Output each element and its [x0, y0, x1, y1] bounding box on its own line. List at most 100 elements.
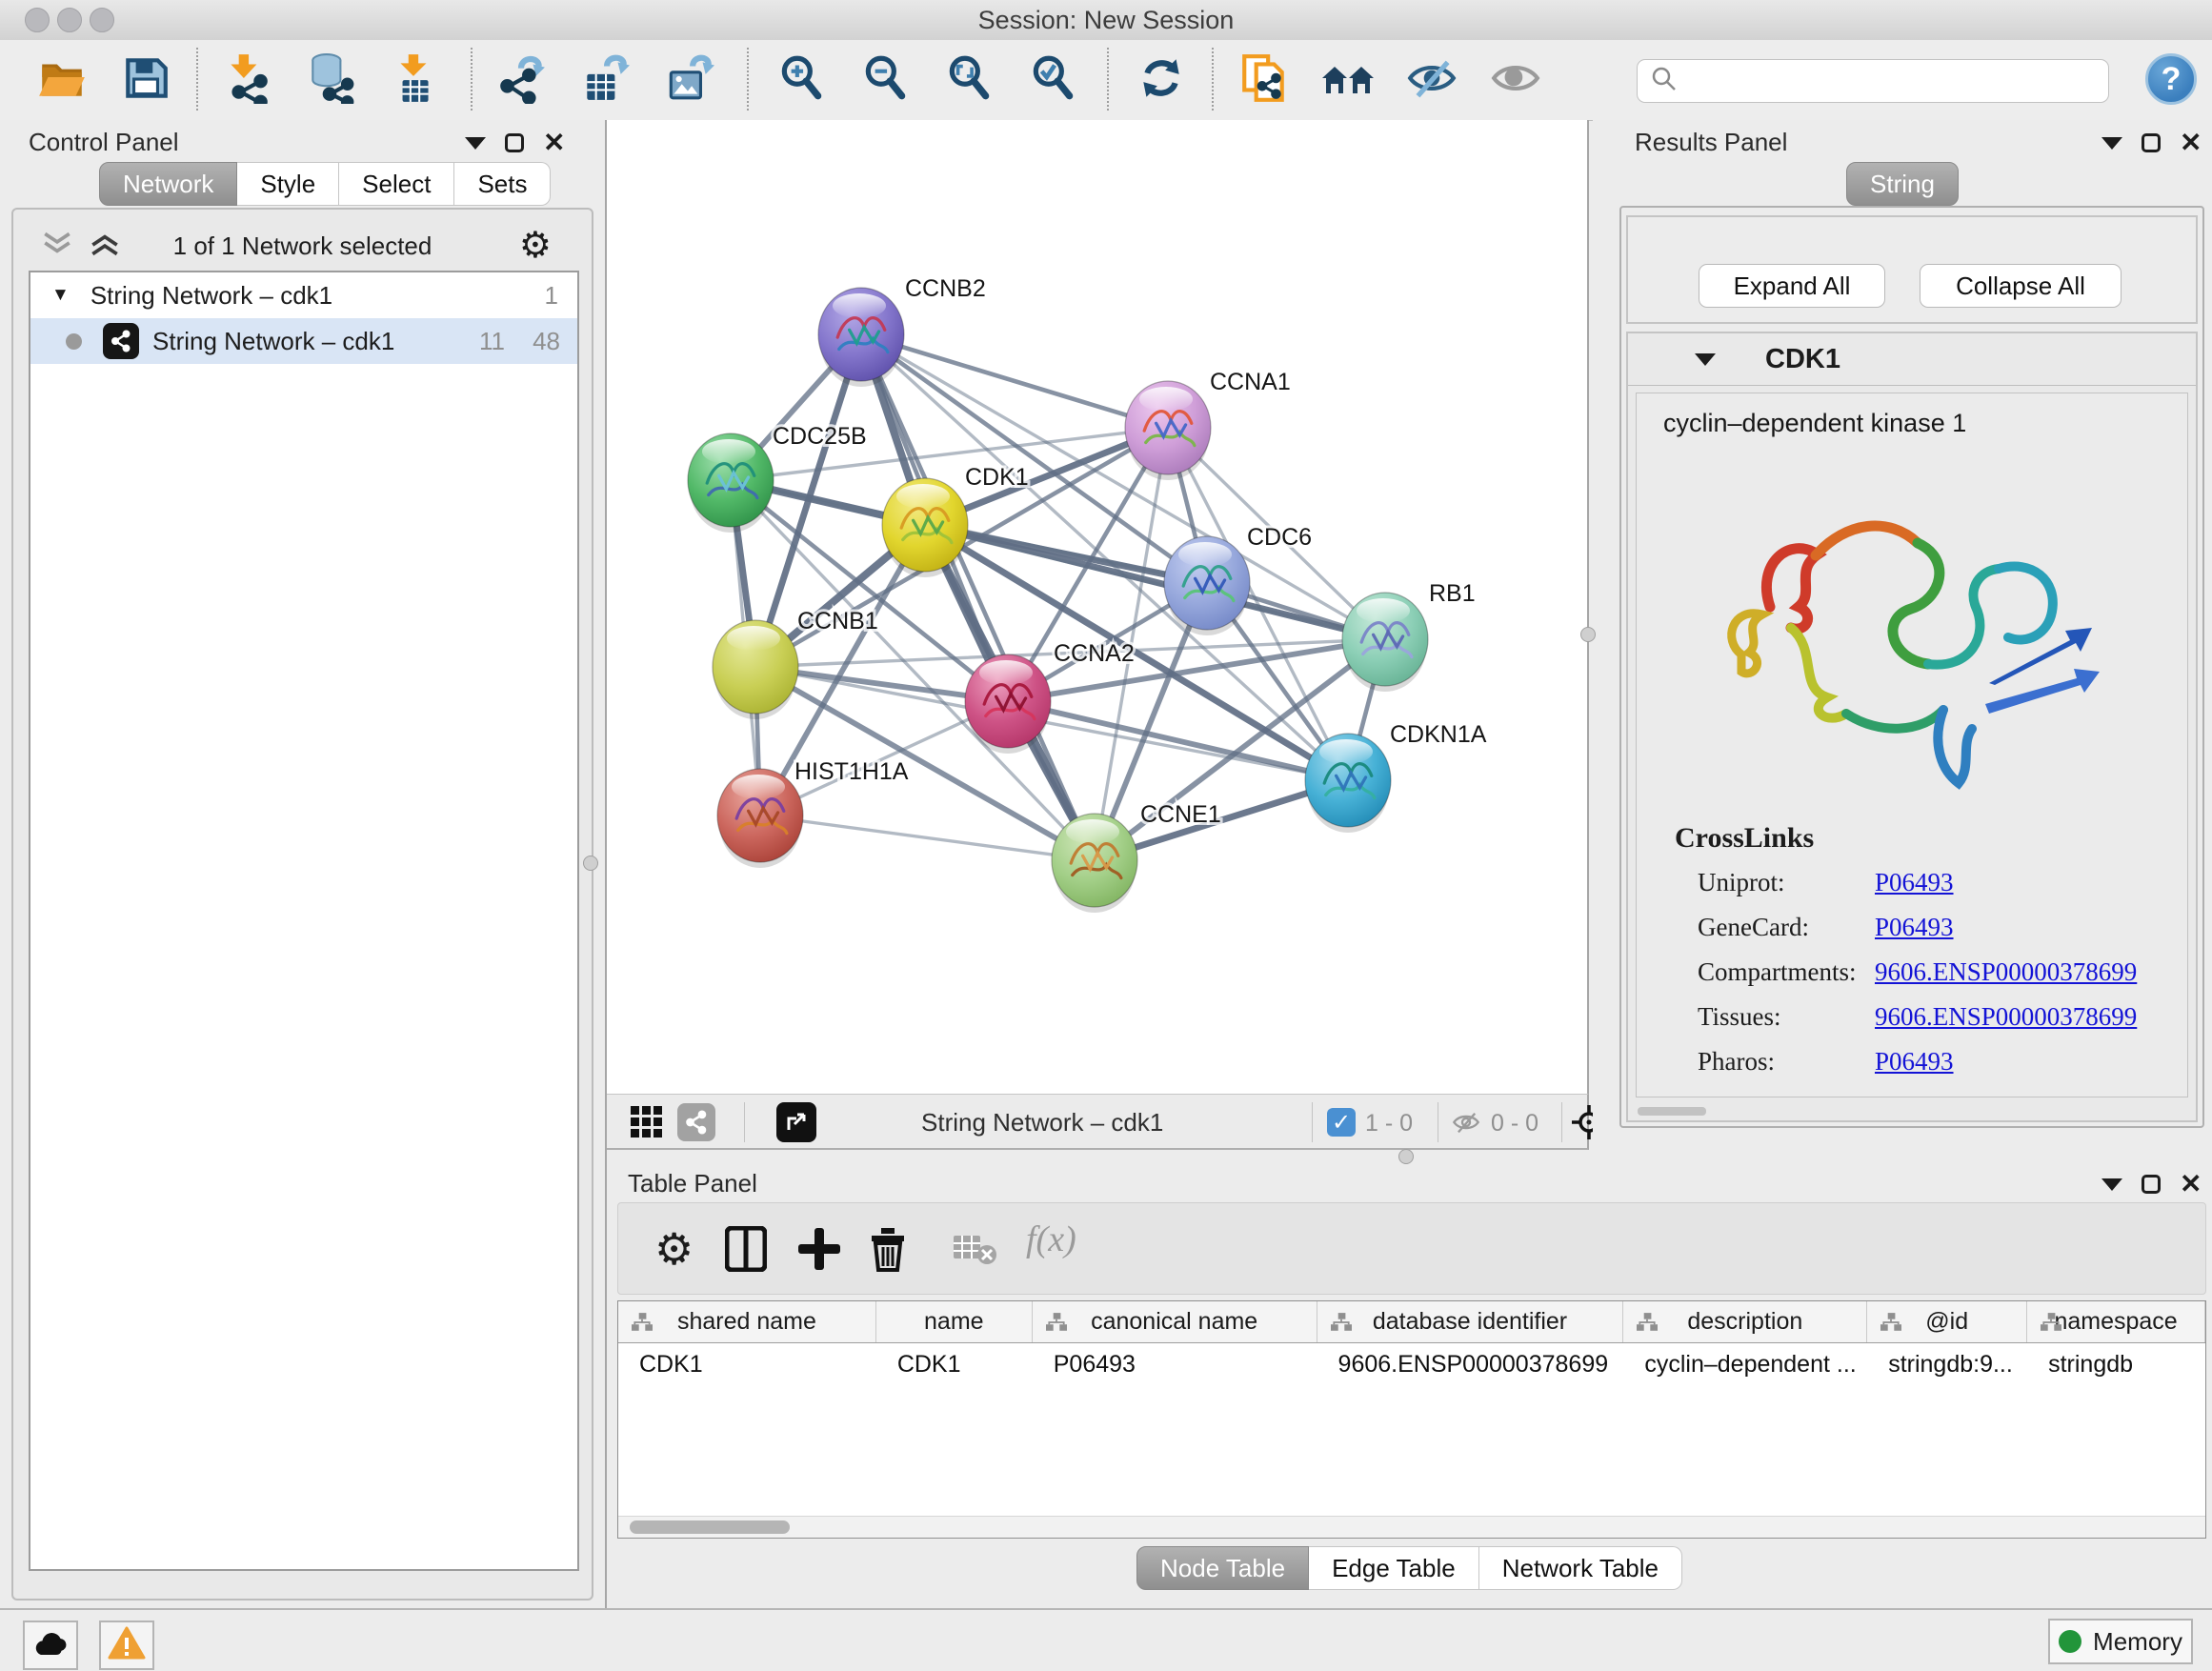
hide-selected-button[interactable] [1404, 52, 1459, 108]
panel-divider-handle[interactable] [1398, 1149, 1414, 1164]
node-CDKN1A[interactable]: CDKN1A [1305, 721, 1487, 833]
table-cell[interactable]: 9606.ENSP00000378699 [1317, 1351, 1624, 1379]
expand-all-button[interactable]: Expand All [1699, 264, 1885, 308]
crosslink-compartments-link[interactable]: 9606.ENSP00000378699 [1875, 957, 2137, 987]
close-panel-icon[interactable]: ✕ [2180, 1175, 2202, 1194]
search-input[interactable] [1687, 67, 2108, 96]
add-column-icon[interactable] [797, 1226, 841, 1277]
new-network-from-selection-button[interactable] [1237, 52, 1292, 108]
save-session-button[interactable] [118, 52, 173, 108]
collapse-all-button[interactable]: Collapse All [1920, 264, 2122, 308]
tab-style[interactable]: Style [237, 162, 339, 206]
first-neighbors-button[interactable] [1320, 52, 1376, 108]
warning-triangle-icon [108, 1626, 146, 1665]
zoom-selected-button[interactable] [1025, 52, 1080, 108]
table-cell[interactable]: CDK1 [876, 1351, 1033, 1379]
node-label-CDC6: CDC6 [1247, 524, 1312, 551]
export-image-button[interactable] [661, 52, 716, 108]
horizontal-scrollbar-thumb[interactable] [1638, 1107, 1706, 1116]
open-session-button[interactable] [34, 52, 90, 108]
tab-edge-table[interactable]: Edge Table [1309, 1546, 1479, 1590]
export-table-button[interactable] [577, 52, 633, 108]
zoom-fit-icon [943, 52, 995, 109]
scrollbar-thumb[interactable] [630, 1520, 790, 1534]
column-header-shared-name[interactable]: shared name [618, 1301, 876, 1342]
zoom-in-button[interactable] [774, 52, 829, 108]
network-view-canvas[interactable]: CCNB2CCNA1CDC25BCDK1CDC6RB1CCNB1CCNA2CDK… [607, 120, 1589, 1094]
warnings-button[interactable] [99, 1621, 154, 1670]
column-header-canonical-name[interactable]: canonical name [1033, 1301, 1317, 1342]
node-HIST1H1A[interactable]: HIST1H1A [717, 758, 909, 868]
table-cell[interactable]: cyclin–dependent ... [1623, 1351, 1867, 1379]
node-RB1[interactable]: RB1 [1342, 580, 1476, 692]
column-header-namespace[interactable]: namespace [2027, 1301, 2205, 1342]
table-header-row: shared namenamecanonical namedatabase id… [618, 1301, 2205, 1343]
control-panel-title: Control Panel [29, 128, 179, 157]
caret-down-icon[interactable]: ▼ [51, 285, 70, 306]
birds-eye-view-icon[interactable] [630, 1105, 664, 1144]
network-row[interactable]: String Network – cdk1 11 48 [30, 318, 577, 364]
gear-icon[interactable]: ⚙ [519, 232, 552, 259]
column-header-name[interactable]: name [876, 1301, 1033, 1342]
maximize-panel-icon[interactable] [505, 133, 524, 152]
column-header-description[interactable]: description [1623, 1301, 1867, 1342]
node-CCNA1[interactable]: CCNA1 [1125, 369, 1291, 480]
close-panel-icon[interactable]: ✕ [543, 133, 565, 152]
zoom-fit-button[interactable] [941, 52, 996, 108]
import-network-from-database-button[interactable] [303, 52, 358, 108]
table-settings-gear-icon[interactable]: ⚙ [654, 1226, 694, 1272]
delete-column-trash-icon[interactable] [868, 1226, 908, 1277]
tab-string[interactable]: String [1846, 162, 1959, 206]
caret-down-icon[interactable] [1695, 353, 1716, 366]
table-cell[interactable]: CDK1 [618, 1351, 876, 1379]
float-panel-icon[interactable] [2101, 137, 2122, 150]
export-network-button[interactable] [493, 52, 549, 108]
show-columns-icon[interactable] [725, 1226, 767, 1277]
tab-network-table[interactable]: Network Table [1479, 1546, 1682, 1590]
tab-node-table[interactable]: Node Table [1136, 1546, 1309, 1590]
tab-select[interactable]: Select [339, 162, 454, 206]
eye-slash-icon [1406, 52, 1458, 109]
table-row[interactable]: CDK1CDK1P064939606.ENSP00000378699cyclin… [618, 1343, 2205, 1385]
import-network-button[interactable] [219, 52, 274, 108]
import-table-button[interactable] [387, 52, 442, 108]
toolbar-separator [744, 1102, 745, 1142]
maximize-panel-icon[interactable] [2142, 1175, 2161, 1194]
cloud-button[interactable] [23, 1621, 78, 1670]
crosslink-uniprot-link[interactable]: P06493 [1875, 868, 1954, 897]
table-cell[interactable]: stringdb:9... [1867, 1351, 2027, 1379]
crosslink-genecard-link[interactable]: P06493 [1875, 913, 1954, 942]
close-panel-icon[interactable]: ✕ [2180, 133, 2202, 152]
import-table-icon [389, 52, 440, 109]
crosslink-tissues-link[interactable]: 9606.ENSP00000378699 [1875, 1002, 2137, 1032]
column-header-@id[interactable]: @id [1867, 1301, 2027, 1342]
gene-list: CDK1 cyclin–dependent kinase 1 [1626, 332, 2198, 1122]
apply-layout-button[interactable] [1134, 52, 1189, 108]
crosslink-pharos-link[interactable]: P06493 [1875, 1047, 1954, 1077]
column-header-database-identifier[interactable]: database identifier [1317, 1301, 1624, 1342]
network-graph[interactable]: CCNB2CCNA1CDC25BCDK1CDC6RB1CCNB1CCNA2CDK… [607, 120, 1587, 1092]
selected-checkbox-icon[interactable]: ✓ [1327, 1108, 1356, 1137]
search-field[interactable] [1637, 59, 2109, 103]
crosslink-label: Uniprot: [1698, 868, 1785, 896]
tab-sets[interactable]: Sets [454, 162, 551, 206]
panel-divider-handle[interactable] [583, 856, 598, 871]
gene-section-header[interactable]: CDK1 [1628, 333, 2196, 386]
crosslink-label: Pharos: [1698, 1047, 1775, 1076]
table-cell[interactable]: P06493 [1033, 1351, 1317, 1379]
float-panel-icon[interactable] [465, 137, 486, 150]
node-CCNE1[interactable]: CCNE1 [1052, 801, 1221, 913]
open-in-window-button[interactable] [776, 1102, 816, 1142]
toolbar-separator [1107, 48, 1109, 111]
float-panel-icon[interactable] [2101, 1178, 2122, 1191]
help-button[interactable]: ? [2145, 53, 2197, 105]
memory-button[interactable]: Memory [2048, 1619, 2193, 1664]
zoom-out-button[interactable] [857, 52, 913, 108]
maximize-panel-icon[interactable] [2142, 133, 2161, 152]
network-collection-row[interactable]: ▼ String Network – cdk1 1 [30, 272, 577, 318]
table-cell[interactable]: stringdb [2027, 1351, 2205, 1379]
panel-divider-handle[interactable] [1580, 627, 1596, 642]
horizontal-scrollbar[interactable] [618, 1516, 2205, 1538]
tab-network[interactable]: Network [99, 162, 237, 206]
show-all-button[interactable] [1488, 52, 1543, 108]
